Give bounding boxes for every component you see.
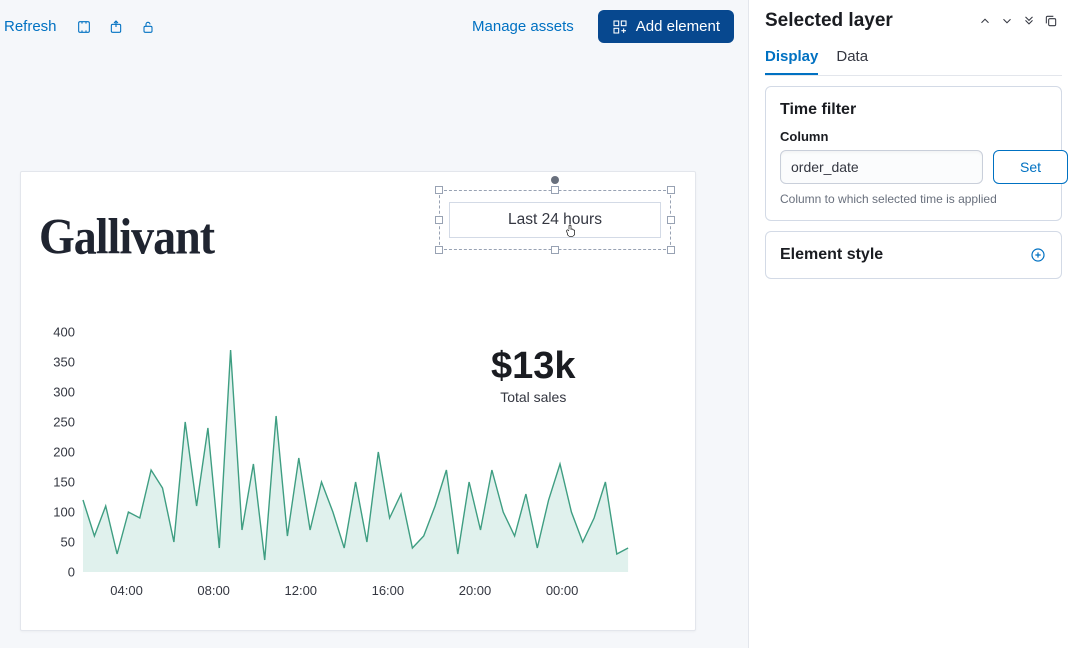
copy-icon[interactable] — [1040, 10, 1062, 32]
y-axis-tick: 250 — [35, 415, 75, 430]
top-toolbar: Refresh Manage assets Add element — [0, 0, 748, 51]
sales-area-chart: 050100150200250300350400 04:0008:0012:00… — [35, 332, 645, 602]
time-filter-heading: Time filter — [780, 101, 1047, 119]
selection-handle-se[interactable] — [667, 246, 675, 254]
y-axis-tick: 100 — [35, 505, 75, 520]
plus-circle-icon[interactable] — [1029, 246, 1047, 264]
fullscreen-icon[interactable] — [75, 18, 93, 36]
selection-rotate-handle[interactable] — [551, 176, 559, 184]
y-axis-tick: 350 — [35, 355, 75, 370]
x-axis-tick: 08:00 — [197, 583, 230, 598]
share-icon[interactable] — [107, 18, 125, 36]
x-axis-tick: 12:00 — [284, 583, 317, 598]
sidebar-title: Selected layer — [765, 10, 974, 32]
x-axis-tick: 04:00 — [110, 583, 143, 598]
selection-handle-e[interactable] — [667, 216, 675, 224]
element-style-label: Element style — [780, 246, 883, 264]
add-element-icon — [612, 19, 628, 35]
tab-data[interactable]: Data — [836, 48, 868, 75]
send-back-icon[interactable] — [1018, 10, 1040, 32]
y-axis-tick: 0 — [35, 565, 75, 580]
y-axis-tick: 150 — [35, 475, 75, 490]
brand-logo: Gallivant — [39, 207, 214, 265]
time-filter-panel: Time filter Column Set Column to which s… — [765, 86, 1062, 221]
time-filter-element[interactable]: Last 24 hours — [439, 190, 671, 250]
element-style-panel[interactable]: Element style — [765, 231, 1062, 279]
y-axis-tick: 50 — [35, 535, 75, 550]
right-sidebar: Selected layer Display Data Time filter … — [748, 0, 1078, 648]
selection-handle-nw[interactable] — [435, 186, 443, 194]
manage-assets-button[interactable]: Manage assets — [462, 12, 584, 41]
selection-handle-w[interactable] — [435, 216, 443, 224]
y-axis-tick: 300 — [35, 385, 75, 400]
x-axis-tick: 00:00 — [546, 583, 579, 598]
workpad-canvas[interactable]: Gallivant Last 24 hours — [20, 171, 696, 631]
selection-handle-sw[interactable] — [435, 246, 443, 254]
move-down-icon[interactable] — [996, 10, 1018, 32]
sidebar-tabs: Display Data — [765, 48, 1062, 76]
x-axis-tick: 20:00 — [459, 583, 492, 598]
move-up-icon[interactable] — [974, 10, 996, 32]
column-input[interactable] — [780, 150, 983, 184]
refresh-button[interactable]: Refresh — [0, 14, 61, 39]
add-element-label: Add element — [636, 18, 720, 35]
unlock-icon[interactable] — [139, 18, 157, 36]
tab-display[interactable]: Display — [765, 48, 818, 75]
selection-handle-ne[interactable] — [667, 186, 675, 194]
selection-handle-n[interactable] — [551, 186, 559, 194]
y-axis-tick: 400 — [35, 325, 75, 340]
x-axis-tick: 16:00 — [372, 583, 405, 598]
add-element-button[interactable]: Add element — [598, 10, 734, 43]
y-axis-tick: 200 — [35, 445, 75, 460]
column-hint: Column to which selected time is applied — [780, 192, 1047, 206]
column-label: Column — [780, 129, 1047, 144]
time-filter-label[interactable]: Last 24 hours — [449, 202, 661, 238]
set-button[interactable]: Set — [993, 150, 1068, 184]
selection-handle-s[interactable] — [551, 246, 559, 254]
cursor-hand-icon — [563, 222, 579, 238]
